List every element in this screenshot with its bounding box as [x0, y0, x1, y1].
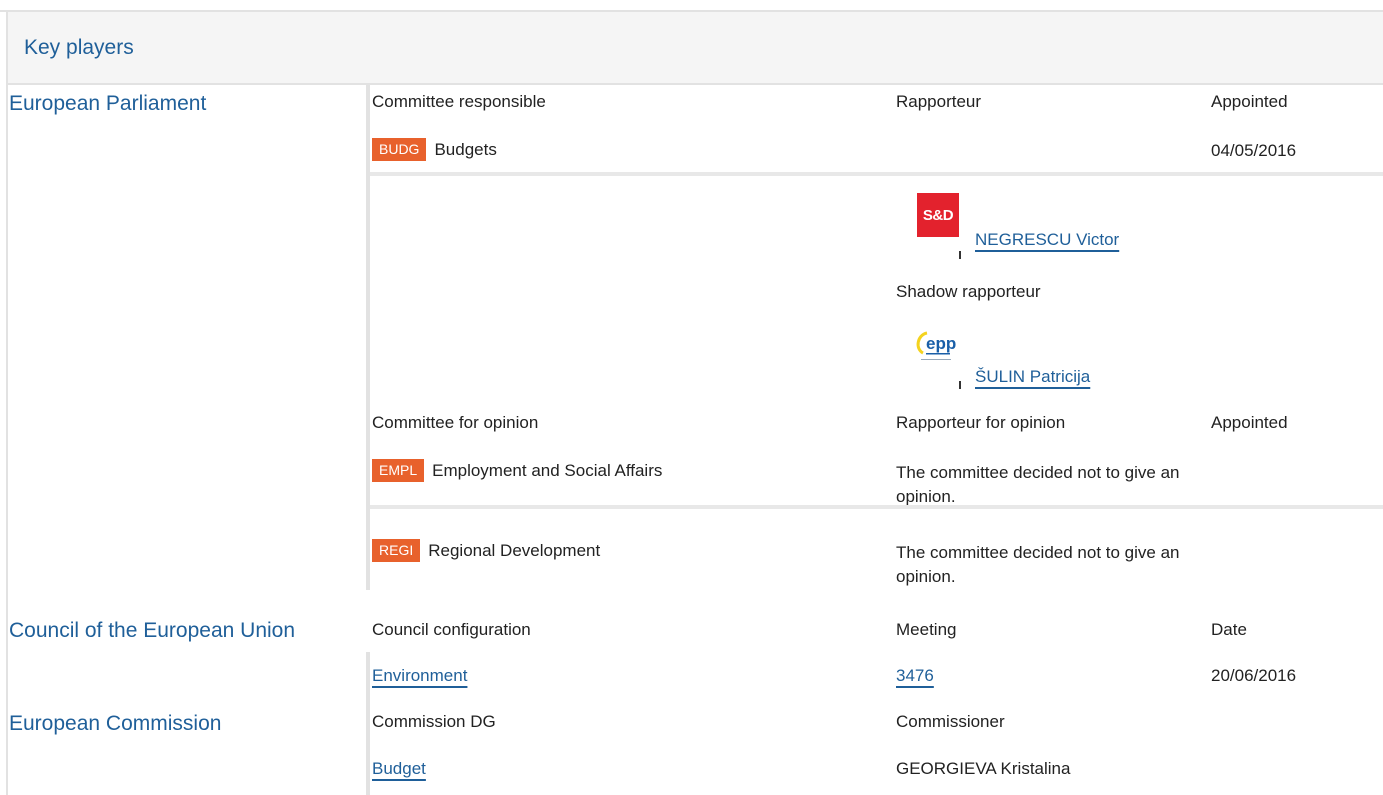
committee-empl-row: EMPL Employment and Social Affairs: [372, 459, 662, 482]
rapporteur-header: Rapporteur: [896, 92, 982, 111]
shadow-rapporteur-link[interactable]: ŠULIN Patricija: [975, 367, 1090, 387]
logo-tick: [959, 381, 961, 389]
key-players-panel: Key players European Parliament Committe…: [0, 0, 1383, 795]
epp-group-logo: epp: [913, 323, 961, 371]
committee-budg-row: BUDG Budgets: [372, 138, 497, 161]
committee-code-badge: EMPL: [372, 459, 425, 482]
committee-code-badge: REGI: [372, 539, 421, 562]
committee-opinion-header: Committee for opinion: [372, 413, 539, 432]
epp-logo-graphic: epp: [916, 331, 956, 360]
committee-code-badge: BUDG: [372, 138, 427, 161]
commission-dg-header: Commission DG: [372, 712, 496, 731]
rapporteur-link[interactable]: NEGRESCU Victor: [975, 230, 1119, 250]
opinion-status: The committee decided not to give an opi…: [896, 543, 1180, 586]
meeting-header: Meeting: [896, 620, 957, 639]
meeting-link[interactable]: 3476: [896, 666, 934, 686]
committee-name: Employment and Social Affairs: [432, 461, 663, 480]
appointed-date: 04/05/2016: [1211, 141, 1297, 160]
opinion-appointed-header: Appointed: [1211, 413, 1288, 432]
panel-title: Key players: [24, 36, 134, 59]
committee-responsible-header: Committee responsible: [372, 92, 546, 111]
row-separator: [370, 505, 1383, 509]
date-header: Date: [1211, 620, 1247, 639]
shadow-rapporteur-label: Shadow rapporteur: [896, 282, 1041, 301]
committee-name: Regional Development: [428, 541, 601, 560]
council-configuration-header: Council configuration: [372, 620, 531, 639]
svg-text:epp: epp: [926, 334, 956, 353]
council-date: 20/06/2016: [1211, 666, 1297, 685]
left-border: [6, 85, 8, 795]
panel-header: Key players: [6, 12, 1383, 85]
institution-council: Council of the European Union: [9, 619, 296, 642]
commissioner-header: Commissioner: [896, 712, 1005, 731]
opinion-status: The committee decided not to give an opi…: [896, 463, 1180, 506]
institution-commission: European Commission: [9, 712, 222, 735]
appointed-header: Appointed: [1211, 92, 1288, 111]
row-separator: [370, 172, 1383, 176]
rapporteur-opinion-header: Rapporteur for opinion: [896, 413, 1066, 432]
commissioner-name: GEORGIEVA Kristalina: [896, 759, 1071, 778]
commission-dg-link[interactable]: Budget: [372, 759, 426, 779]
committee-name: Budgets: [434, 140, 497, 159]
council-configuration-link[interactable]: Environment: [372, 666, 467, 686]
logo-tick: [959, 251, 961, 259]
committee-regi-row: REGI Regional Development: [372, 539, 600, 562]
column-separator: [366, 652, 370, 795]
institution-european-parliament: European Parliament: [9, 92, 207, 115]
sd-group-logo: S&D: [917, 193, 959, 237]
column-separator: [366, 85, 370, 590]
